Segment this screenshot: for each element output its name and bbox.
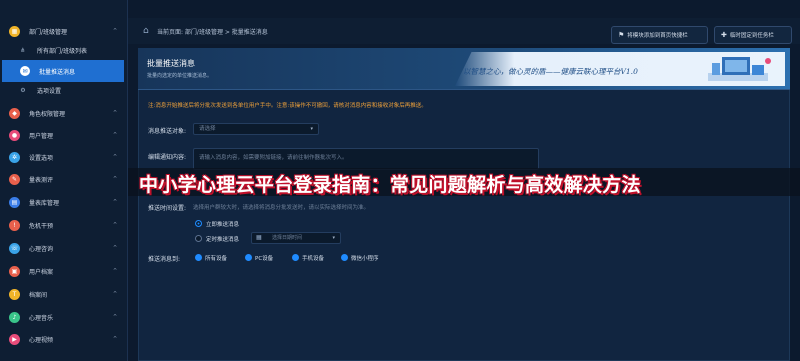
- message-content-textarea[interactable]: 请输入消息内容，如需要附加链接，请前往制作器批次写入。: [193, 148, 539, 170]
- sidebar-item-users[interactable]: ● 用户管理 ⌃: [0, 124, 128, 146]
- chevron-up-icon: ⌃: [112, 175, 118, 183]
- immediate-label: 立即推送消息: [206, 222, 240, 228]
- sidebar-item-label: 档案间: [29, 291, 48, 299]
- sidebar-item-label: 选项设置: [37, 87, 62, 95]
- sidebar-item-label: 量表测评: [29, 176, 54, 184]
- building-icon: ▦: [9, 25, 20, 37]
- sidebar: ▦ 部门/班级管理 ⌃ ⋔ 所有部门/班级列表 ✉ 批量推送消息 ⚙ 选项设置 …: [0, 0, 128, 361]
- channel-pc-label: PC设备: [255, 256, 274, 262]
- sidebar-item-assessment[interactable]: ✎ 量表测评 ⌃: [0, 168, 128, 190]
- sidebar-item-label: 部门/班级管理: [29, 28, 68, 36]
- sidebar-item-label: 危机干预: [29, 222, 54, 230]
- chat-icon: ☏: [9, 242, 20, 254]
- gear-icon: ✲: [9, 151, 20, 163]
- settings-icon: ⚙: [20, 86, 26, 94]
- immediate-radio[interactable]: [195, 220, 202, 227]
- platform-slogan: 以智慧之心，做心灵的盾——健康云联心理平台V1.0: [463, 67, 638, 76]
- sidebar-item-label: 批量推送消息: [39, 68, 76, 76]
- channel-wechat-label: 微信小程序: [351, 256, 379, 262]
- scheduled-label: 定时推送消息: [206, 237, 240, 243]
- home-icon[interactable]: ⌂: [143, 26, 149, 36]
- chevron-up-icon: ⌃: [112, 198, 118, 206]
- message-content-placeholder: 请输入消息内容，如需要附加链接，请前往制作器批次写入。: [199, 155, 348, 161]
- sidebar-item-label: 角色权限管理: [29, 110, 66, 118]
- sidebar-item-consult[interactable]: ☏ 心理咨询 ⌃: [0, 237, 128, 259]
- sidebar-item-options[interactable]: ⚙ 选项设置: [0, 79, 128, 101]
- org-tree-icon: ⋔: [20, 46, 26, 54]
- archive-icon: T: [9, 288, 20, 300]
- channel-checkbox-wechat[interactable]: [341, 254, 348, 261]
- chevron-up-icon: ⌃: [112, 131, 118, 139]
- library-icon: ▤: [9, 196, 20, 208]
- chevron-up-icon: ⌃: [112, 27, 118, 35]
- time-hint: 选择用户群较大时，请选择将消息分批发送时，请以实际选择时间为准。: [193, 205, 370, 211]
- message-icon: ✉: [20, 66, 30, 76]
- user-icon: ●: [9, 129, 20, 141]
- alert-icon: !: [9, 219, 20, 231]
- sidebar-item-archive[interactable]: T 档案间 ⌃: [0, 283, 128, 305]
- sidebar-item-label: 用户档案: [29, 268, 54, 276]
- chevron-up-icon: ⌃: [112, 109, 118, 117]
- channel-all-label: 所有设备: [205, 256, 228, 262]
- chevron-up-icon: ⌃: [112, 221, 118, 229]
- video-icon: ▶: [9, 333, 20, 345]
- target-select-placeholder: 请选择: [199, 126, 216, 132]
- channel-checkbox-pc[interactable]: [245, 254, 252, 261]
- role-icon: ◆: [9, 107, 20, 119]
- sidebar-item-video[interactable]: ▶ 心理视频 ⌃: [0, 328, 128, 350]
- computer-illustration: [708, 57, 771, 81]
- add-shortcut-label: 将模块添加到首页快捷栏: [627, 33, 688, 39]
- caret-down-icon: ▾: [310, 126, 313, 132]
- breadcrumb: 当前页面: 部门/班级管理 > 批量推送消息: [157, 29, 268, 36]
- flag-icon: ⚑: [618, 31, 625, 39]
- chevron-up-icon: ⌃: [112, 313, 118, 321]
- page-subtitle: 批量向选定的单位推送消息。: [147, 73, 213, 79]
- channel-mobile-label: 手机设备: [302, 256, 325, 262]
- chevron-up-icon: ⌃: [112, 290, 118, 298]
- sidebar-item-label: 心理咨询: [29, 245, 54, 253]
- add-shortcut-button[interactable]: ⚑ 将模块添加到首页快捷栏: [611, 26, 708, 44]
- channel-checkbox-all[interactable]: [195, 254, 202, 261]
- calendar-icon: ▦: [256, 234, 262, 241]
- sidebar-item-music[interactable]: ♪ 心理音乐 ⌃: [0, 306, 128, 328]
- sidebar-item-department-list[interactable]: ⋔ 所有部门/班级列表: [0, 39, 128, 61]
- music-icon: ♪: [9, 311, 20, 323]
- channel-checkbox-mobile[interactable]: [292, 254, 299, 261]
- sidebar-item-label: 所有部门/班级列表: [37, 47, 88, 55]
- sidebar-item-crisis[interactable]: ! 危机干预 ⌃: [0, 214, 128, 236]
- pin-taskbar-label: 临时固定到任务栏: [729, 33, 774, 39]
- chevron-up-icon: ⌃: [112, 153, 118, 161]
- page-title: 批量推送消息: [147, 59, 195, 68]
- sidebar-item-label: 用户管理: [29, 132, 54, 140]
- channel-label: 推送消息到:: [148, 256, 181, 263]
- pin-icon: ✚: [721, 31, 727, 39]
- sidebar-item-profiles[interactable]: ▣ 用户档案 ⌃: [0, 260, 128, 282]
- sidebar-item-roles[interactable]: ◆ 角色权限管理 ⌃: [0, 102, 128, 124]
- pin-taskbar-button[interactable]: ✚ 临时固定到任务栏: [714, 26, 792, 44]
- chevron-up-icon: ⌃: [112, 244, 118, 252]
- target-select[interactable]: 请选择 ▾: [193, 123, 319, 135]
- headline-overlay: 中小学心理云平台登录指南：常见问题解析与高效解决方法: [139, 174, 641, 196]
- file-icon: ▣: [9, 265, 20, 277]
- scheduled-radio[interactable]: [195, 235, 202, 242]
- target-label: 消息推送对象:: [148, 128, 187, 135]
- sidebar-item-label: 心理音乐: [29, 314, 54, 322]
- time-label: 推送时间设置:: [148, 205, 187, 212]
- chevron-up-icon: ⌃: [112, 335, 118, 343]
- sidebar-item-label: 设置选项: [29, 154, 54, 162]
- datetime-placeholder: 选择日期时间: [272, 235, 303, 241]
- caret-down-icon: ▾: [332, 235, 335, 241]
- datetime-picker[interactable]: 选择日期时间 ▾: [251, 232, 341, 244]
- chevron-up-icon: ⌃: [112, 267, 118, 275]
- sidebar-item-label: 心理视频: [29, 336, 54, 344]
- warning-notice: 注:消息开始推送后将分批次发送到各单位用户手中。注意:该操作不可撤回，请核对消息…: [148, 103, 427, 109]
- test-icon: ✎: [9, 173, 20, 185]
- sidebar-item-label: 量表库管理: [29, 199, 60, 207]
- sidebar-item-library[interactable]: ▤ 量表库管理 ⌃: [0, 191, 128, 213]
- sidebar-item-settings[interactable]: ✲ 设置选项 ⌃: [0, 146, 128, 168]
- content-label: 编辑通知内容:: [148, 154, 187, 161]
